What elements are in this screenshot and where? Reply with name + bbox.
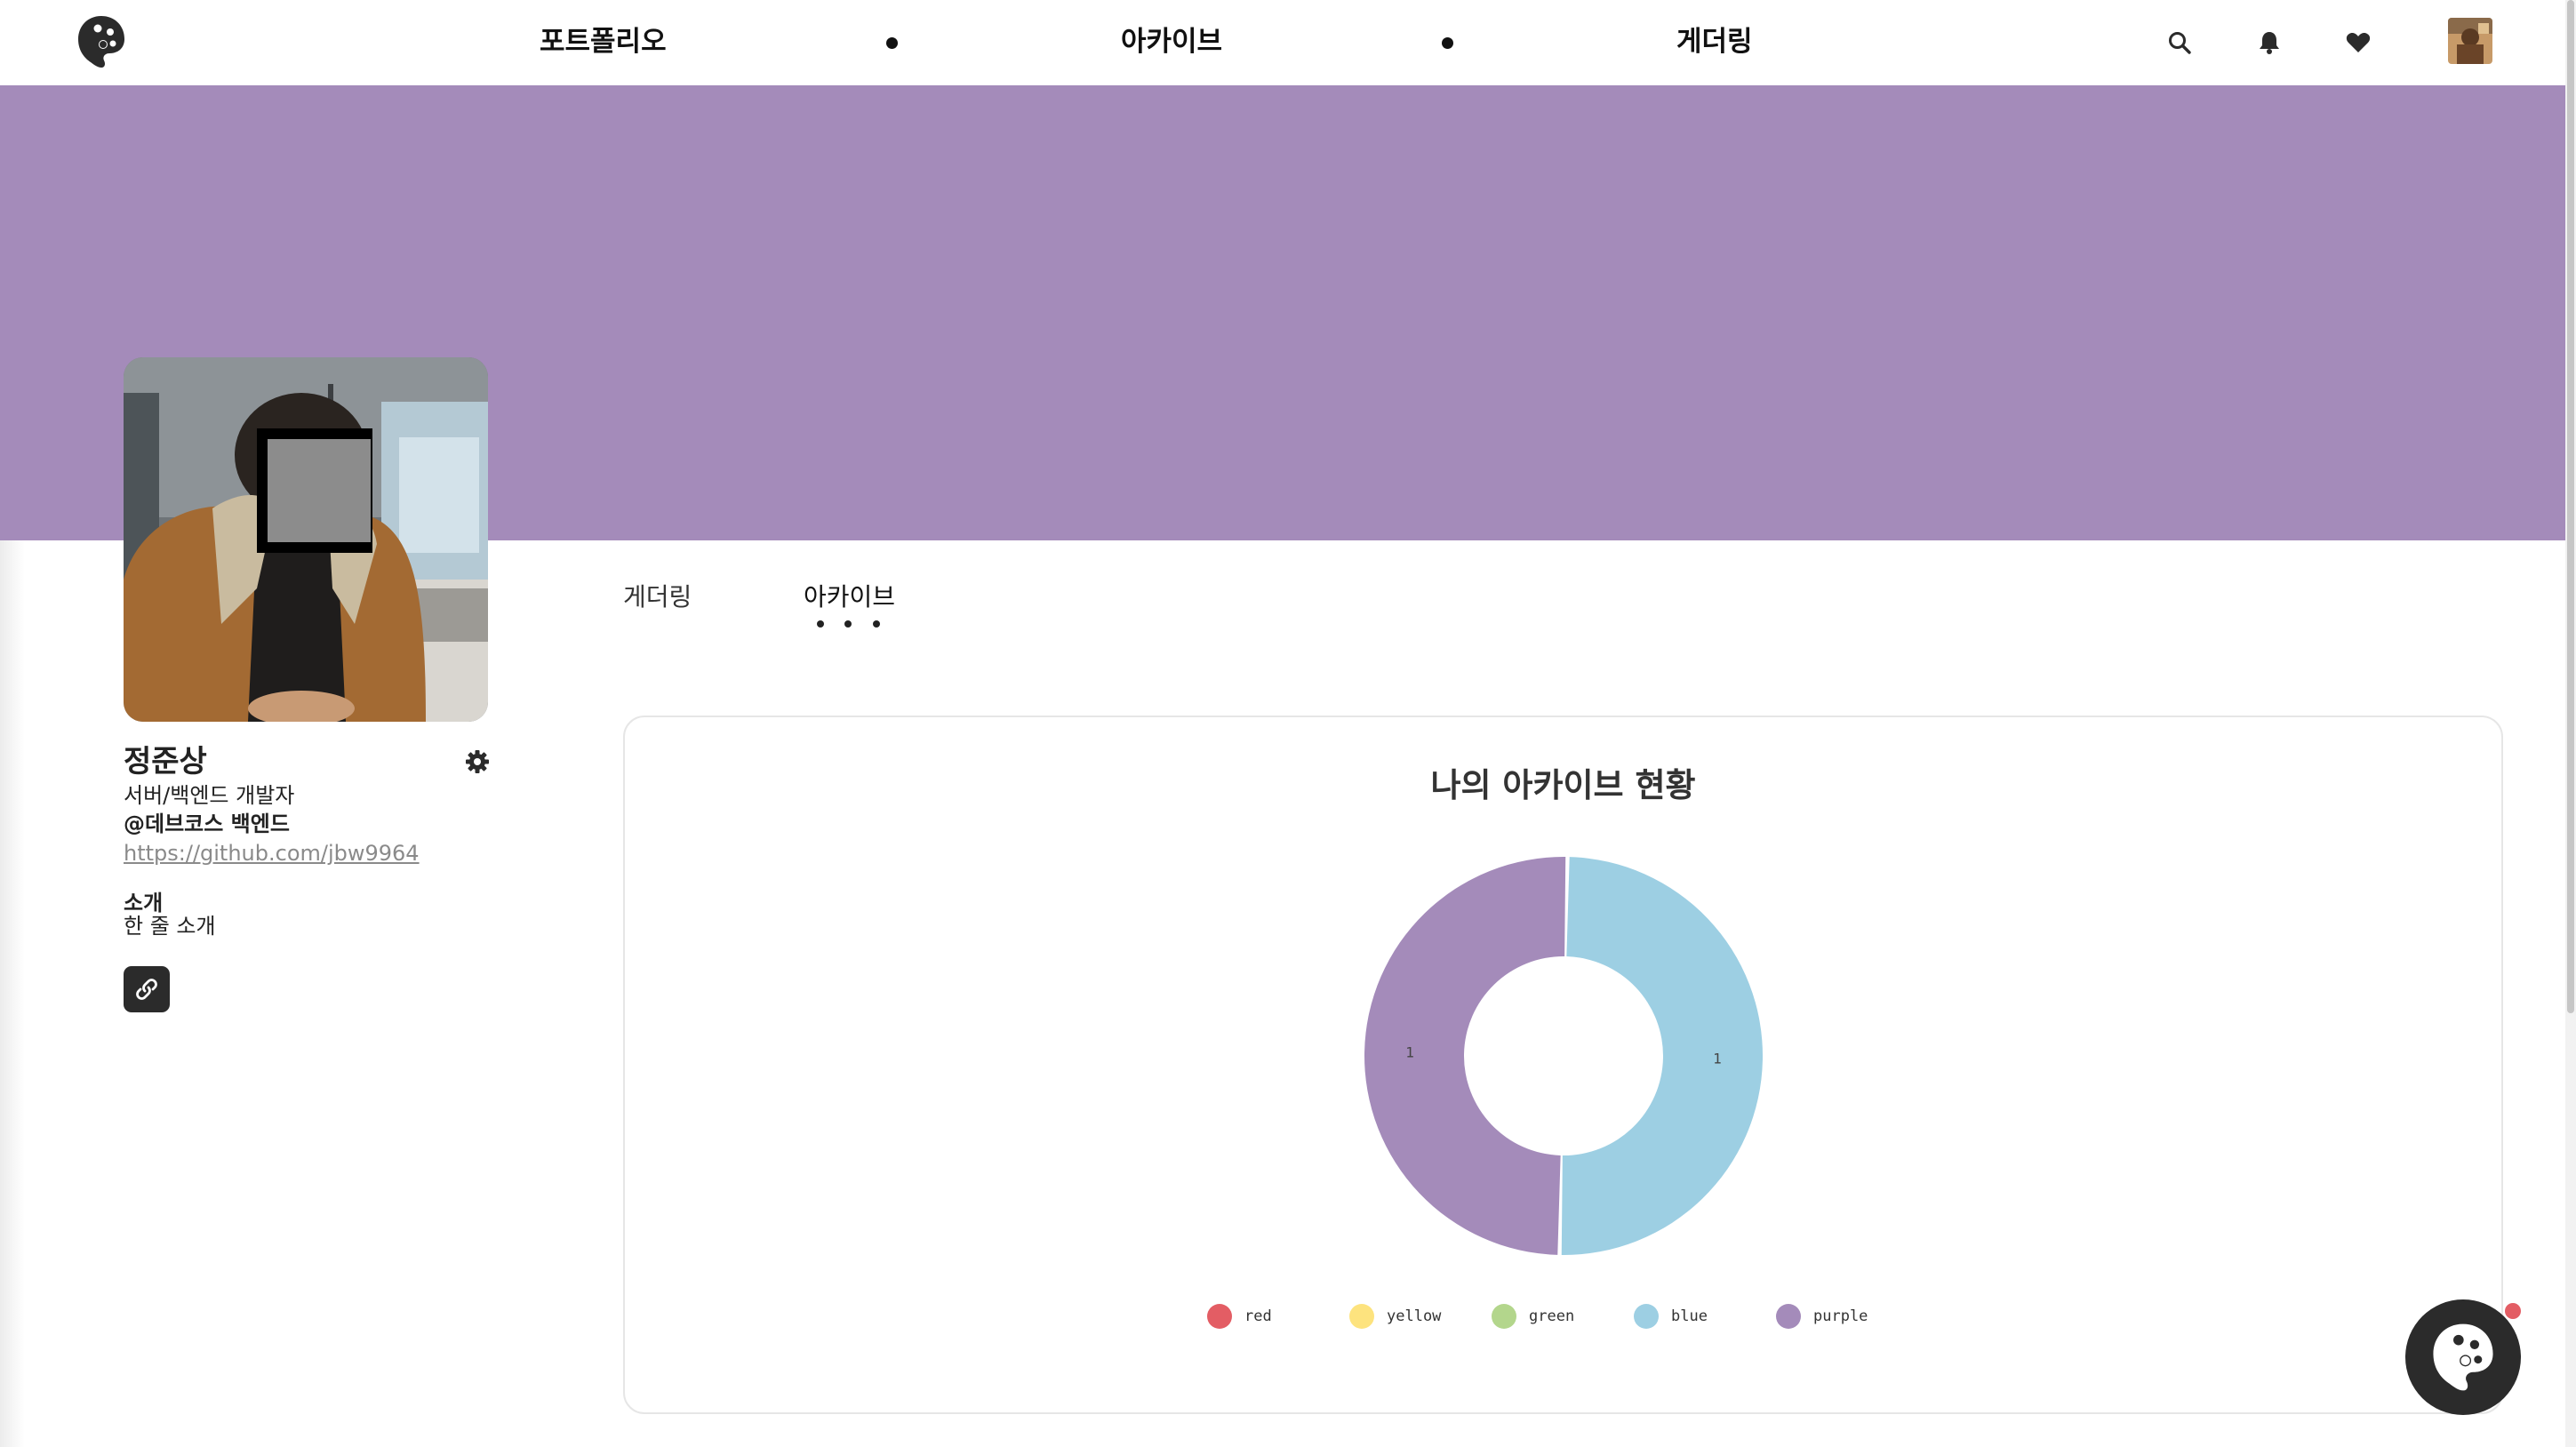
donut-slice-blue[interactable] xyxy=(1561,857,1764,1255)
profile-page: 포트폴리오 아카이브 게더링 정준상 서버/백엔드 개발자 @데브코스 백엔드 … xyxy=(0,0,2576,1447)
legend-swatch-blue xyxy=(1634,1304,1659,1329)
legend-swatch-green xyxy=(1492,1304,1516,1329)
legend-label-green: green xyxy=(1529,1307,1575,1325)
donut-label-blue: 1 xyxy=(1713,1050,1722,1067)
legend-label-red: red xyxy=(1244,1307,1272,1325)
floating-palette-button[interactable] xyxy=(2405,1299,2521,1415)
legend-item-purple[interactable]: purple xyxy=(1776,1303,1868,1330)
legend-item-red[interactable]: red xyxy=(1207,1303,1272,1330)
legend-label-blue: blue xyxy=(1671,1307,1708,1325)
archive-donut-chart: 11 xyxy=(1364,856,1764,1255)
legend-item-blue[interactable]: blue xyxy=(1634,1303,1708,1330)
donut-slice-purple[interactable] xyxy=(1364,856,1566,1255)
legend-label-yellow: yellow xyxy=(1387,1307,1442,1325)
legend-label-purple: purple xyxy=(1813,1307,1868,1325)
legend-item-green[interactable]: green xyxy=(1492,1303,1574,1330)
legend-swatch-purple xyxy=(1776,1304,1801,1329)
legend-swatch-yellow xyxy=(1349,1304,1374,1329)
donut-label-purple: 1 xyxy=(1405,1044,1414,1061)
notification-badge xyxy=(2505,1303,2521,1319)
legend-item-yellow[interactable]: yellow xyxy=(1349,1303,1441,1330)
palette-icon xyxy=(2433,1323,2493,1391)
legend-swatch-red xyxy=(1207,1304,1232,1329)
